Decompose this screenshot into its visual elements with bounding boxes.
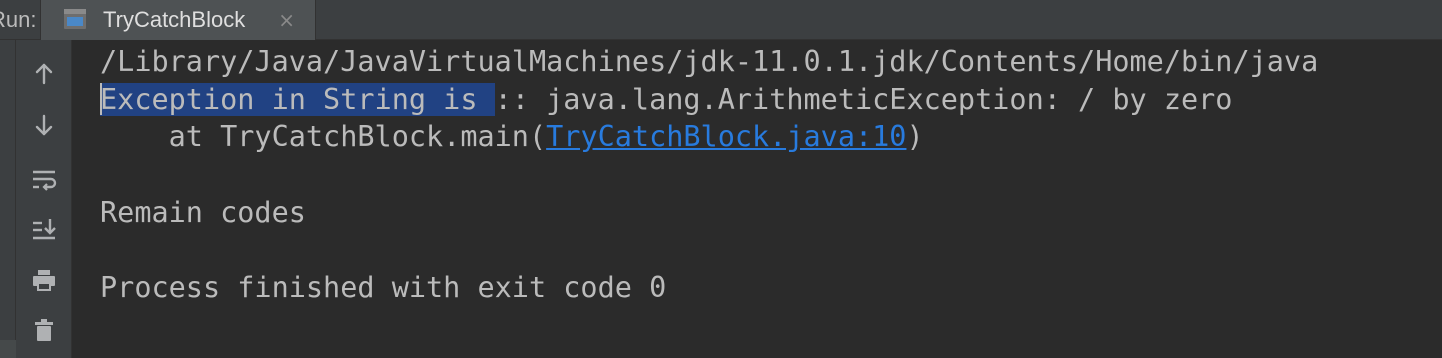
console-toolbar (16, 40, 72, 358)
exception-message: :: java.lang.ArithmeticException: / by z… (494, 83, 1233, 116)
console-line-exit: Process finished with exit code 0 (100, 271, 667, 304)
scroll-to-end-icon[interactable] (30, 215, 58, 243)
tab-trycatchblock[interactable]: TryCatchBlock × (40, 0, 316, 40)
console-line-stacktrace: at TryCatchBlock.main(TryCatchBlock.java… (100, 118, 924, 156)
stacktrace-prefix: at TryCatchBlock.main( (100, 120, 547, 153)
stacktrace-suffix: ) (906, 120, 924, 153)
source-link[interactable]: TryCatchBlock.java:10 (546, 120, 906, 153)
soft-wrap-icon[interactable] (30, 165, 58, 193)
console-output[interactable]: /Library/Java/JavaVirtualMachines/jdk-11… (72, 40, 1442, 358)
tab-title: TryCatchBlock (103, 7, 246, 32)
left-strip (0, 40, 16, 358)
close-icon[interactable]: × (278, 0, 315, 40)
down-arrow-icon[interactable] (30, 111, 58, 139)
trash-icon[interactable] (30, 316, 58, 344)
console-line-remain: Remain codes (100, 196, 306, 229)
print-icon[interactable] (30, 266, 58, 294)
run-tool-window: Run: TryCatchBlock × (0, 0, 1442, 358)
text-cursor (100, 83, 102, 115)
run-header: Run: TryCatchBlock × (0, 0, 1442, 40)
scrollbar-stub (0, 340, 16, 358)
console-line-exception: Exception in String is :: java.lang.Arit… (100, 81, 1232, 119)
console-tab-icon (64, 9, 86, 29)
console-line-command: /Library/Java/JavaVirtualMachines/jdk-11… (100, 45, 1319, 78)
run-label: Run: (0, 7, 37, 32)
up-arrow-icon[interactable] (30, 60, 58, 88)
selected-text: Exception in String is (100, 83, 495, 116)
